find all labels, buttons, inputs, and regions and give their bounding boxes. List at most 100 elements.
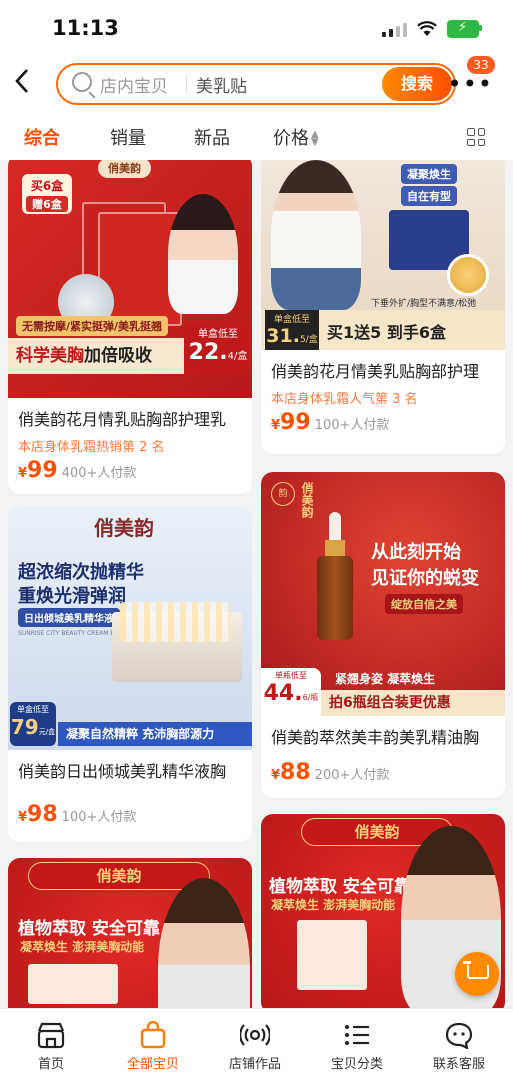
headline-2: 见证你的蜕变	[371, 568, 479, 589]
promo-badge: 买6盒 赠6盒	[22, 174, 72, 214]
model-figure	[158, 878, 250, 1008]
search-divider	[186, 74, 187, 94]
feature-strip: 紧翘身姿 凝萃焕生	[335, 672, 436, 686]
unit-price-suffix: 元/盒	[38, 728, 56, 736]
price-value: 99	[280, 410, 311, 435]
home-icon	[36, 1021, 66, 1049]
tab-sales[interactable]: 销量	[110, 124, 146, 150]
back-arrow-icon[interactable]	[14, 68, 30, 99]
nav-home-label: 首页	[37, 1057, 64, 1072]
unit-price-value: 22.	[188, 340, 228, 365]
sold-count: 400+人付款	[61, 466, 137, 481]
ampoules	[120, 602, 230, 642]
nav-categories-label: 宝贝分类	[330, 1057, 383, 1072]
tab-price[interactable]: 价格 ▲ ▼	[273, 124, 319, 150]
product-card[interactable]: 凝聚焕生 自在有型 下垂外扩/胸型不满意/松弛 单盒低至 31.5/盒 买1送5…	[261, 160, 505, 454]
search-button[interactable]: 搜索	[382, 67, 452, 101]
feature-strip: 下垂外扩/胸型不满意/松弛	[371, 299, 477, 309]
product-image: 凝聚焕生 自在有型 下垂外扩/胸型不满意/松弛 单盒低至 31.5/盒 买1送5…	[261, 160, 505, 350]
nav-customer-service-label: 联系客服	[432, 1057, 485, 1072]
product-pill: 绽放自信之美	[385, 594, 463, 614]
live-icon	[239, 1021, 271, 1049]
unit-price-suffix: 6/瓶	[302, 693, 319, 702]
product-card[interactable]: 韵 俏美韵 从此刻开始 见证你的蜕变 绽放自信之美 单瓶低至 44.6/瓶 紧翘…	[261, 472, 505, 798]
grid-view-icon[interactable]	[467, 128, 485, 146]
product-price: ¥99 100+人付款	[271, 410, 389, 435]
product-card[interactable]: 俏美韵 超浓缩次抛精华 重焕光滑弹润 日出倾城美乳精华液 SUNRISE CIT…	[8, 506, 252, 842]
nav-shop-works-label: 店铺作品	[228, 1057, 281, 1072]
brand-logo: 俏美韵	[354, 823, 400, 841]
currency-symbol: ¥	[18, 810, 28, 825]
product-title[interactable]: 俏美韵花月情乳贴胸部护理乳	[18, 406, 226, 430]
tag-2: 自在有型	[401, 186, 457, 206]
unit-price-value: 79	[10, 715, 39, 739]
bag-icon	[138, 1020, 168, 1049]
nav-categories[interactable]: 宝贝分类	[306, 1009, 408, 1072]
cart-button[interactable]	[455, 952, 499, 996]
promo-badge-bottom: 赠6盒	[26, 196, 68, 212]
sold-count: 100+人付款	[314, 418, 390, 433]
product-feed[interactable]: 俏美韵 买6盒 赠6盒 无需按摩/紧实挺弹/美乳挺翘 科学美胸加倍吸收 单盒低至…	[0, 160, 513, 1008]
unit-price-label: 单盒低至	[273, 315, 310, 325]
search-input[interactable]: 店内宝贝 美乳贴 搜索	[56, 63, 456, 105]
headline-1: 超浓缩次抛精华	[18, 562, 144, 583]
nav-shop-works[interactable]: 店铺作品	[204, 1009, 306, 1072]
unit-price-suffix: 5/盒	[299, 335, 318, 345]
brand-seal-icon: 韵	[271, 482, 295, 506]
sold-count: 200+人付款	[314, 768, 390, 783]
signal-icon	[382, 21, 407, 37]
currency-symbol: ¥	[271, 768, 281, 783]
status-time: 11:13	[52, 16, 119, 40]
unit-price-label: 单瓶低至	[275, 671, 307, 680]
tab-comprehensive[interactable]: 综合	[24, 124, 60, 150]
product-title[interactable]: 俏美韵花月情美乳贴胸部护理	[271, 358, 479, 382]
search-header: 店内宝贝 美乳贴 搜索 ••• 33	[0, 56, 513, 112]
footer-banner: 凝聚自然精粹 充沛胸部源力	[58, 722, 252, 746]
headline-2: 重焕光滑弹润	[18, 586, 126, 607]
product-box	[297, 920, 367, 990]
unit-price-value: 44.	[263, 681, 303, 706]
more-menu-icon[interactable]: •••	[448, 70, 493, 98]
price-value: 99	[27, 458, 58, 483]
promo-badge-top: 买6盒	[30, 179, 64, 193]
product-price: ¥98 100+人付款	[18, 802, 136, 827]
model-figure	[271, 160, 361, 310]
unit-price-value: 31.	[266, 325, 300, 347]
brand-banner: 俏美韵	[28, 862, 210, 890]
product-image: 俏美韵 植物萃取 安全可靠 凝萃焕生 澎湃美胸动能	[8, 858, 252, 1008]
product-card[interactable]: 俏美韵 植物萃取 安全可靠 凝萃焕生 澎湃美胸动能	[8, 858, 252, 1008]
sort-arrows-icon: ▲ ▼	[311, 129, 319, 148]
price-value: 88	[280, 760, 311, 785]
product-title[interactable]: 俏美韵日出倾城美乳精华液胸	[18, 758, 226, 782]
headline: 植物萃取 安全可靠	[18, 919, 160, 939]
list-icon	[342, 1021, 372, 1049]
bottom-nav: 首页 全部宝贝 店铺作品 宝贝分类 联系客服	[0, 1008, 513, 1081]
tab-price-label: 价格	[273, 128, 309, 149]
unit-price-suffix: 4/盒	[227, 351, 248, 362]
headline-1: 从此刻开始	[371, 542, 461, 563]
nav-all-items-label: 全部宝贝	[126, 1057, 179, 1072]
product-price: ¥99 400+人付款	[18, 458, 136, 483]
breast-patch	[447, 254, 489, 296]
unit-price-label: 单盒低至	[198, 329, 238, 340]
product-box	[28, 964, 118, 1004]
nav-customer-service[interactable]: 联系客服	[408, 1009, 510, 1072]
unit-price-badge: 单盒低至 22.4/盒	[184, 322, 252, 374]
nav-home[interactable]: 首页	[0, 1009, 102, 1072]
product-card[interactable]: 俏美韵 买6盒 赠6盒 无需按摩/紧实挺弹/美乳挺翘 科学美胸加倍吸收 单盒低至…	[8, 160, 252, 494]
brand-logo: 俏美韵	[94, 516, 154, 540]
notification-badge: 33	[467, 56, 495, 74]
sort-tabs: 综合 销量 新品 价格 ▲ ▼	[0, 112, 513, 160]
tab-new[interactable]: 新品	[194, 124, 230, 150]
headline: 植物萃取 安全可靠	[269, 877, 411, 897]
product-title[interactable]: 俏美韵萃然美丰韵美乳精油胸	[271, 724, 479, 748]
nav-all-items[interactable]: 全部宝贝	[102, 1009, 204, 1072]
price-value: 98	[27, 802, 58, 827]
cart-icon	[463, 961, 489, 979]
currency-symbol: ¥	[271, 418, 281, 433]
search-icon	[72, 72, 92, 92]
product-rank: 本店身体乳霜人气第 3 名	[271, 392, 418, 407]
tag-1: 凝聚焕生	[401, 164, 457, 184]
battery-icon: ⚡	[447, 20, 482, 38]
search-query[interactable]: 美乳贴	[196, 72, 247, 97]
